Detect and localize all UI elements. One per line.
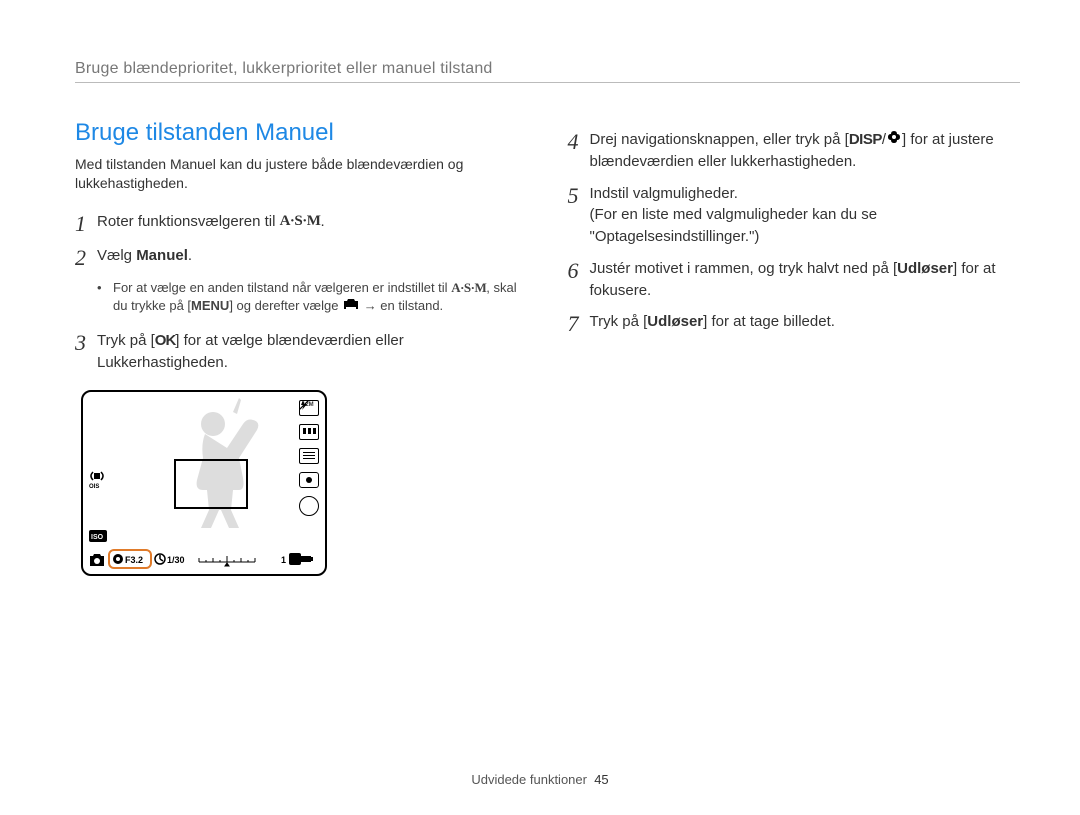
note-part: For at vælge en anden tilstand når vælge… (113, 280, 451, 295)
step-number: 5 (568, 183, 590, 207)
step-text: Tryk på [ (97, 332, 155, 349)
shutter-key: Udløser (647, 313, 703, 330)
step-3: 3 Tryk på [OK] for at vælge blændeværdie… (75, 330, 528, 374)
step-text: Vælg (97, 247, 136, 264)
step-text: (For en liste med valgmuligheder kan du … (590, 206, 878, 245)
header-rule (75, 82, 1020, 83)
macro-flower-icon (886, 129, 902, 151)
step-body: Vælg Manuel. (97, 245, 192, 267)
step-number: 7 (568, 311, 590, 335)
step-2-note: • For at vælge en anden tilstand når væl… (97, 279, 528, 316)
left-column: Bruge tilstanden Manuel Med tilstanden M… (75, 119, 528, 576)
ok-key-icon: OK (155, 332, 176, 349)
step-bold: Manuel (136, 247, 188, 264)
footer-page-number: 45 (594, 772, 608, 787)
step-text: Roter funktionsvælgeren til (97, 213, 280, 230)
step-text: Tryk på [ (590, 313, 648, 330)
step-6: 6 Justér motivet i rammen, og tryk halvt… (568, 258, 1021, 302)
note-text: For at vælge en anden tilstand når vælge… (113, 279, 528, 316)
mode-dial-asm-icon: A·S·M (451, 280, 486, 295)
step-text: Indstil valgmuligheder. (590, 185, 738, 202)
step-4: 4 Drej navigationsknappen, eller tryk på… (568, 129, 1021, 173)
camera-mode-icon (342, 297, 360, 316)
step-text: ] for at tage billedet. (703, 313, 835, 330)
note-part: ] og derefter vælge (229, 298, 342, 313)
step-body: Drej navigationsknappen, eller tryk på [… (590, 129, 1021, 173)
step-number: 1 (75, 211, 97, 235)
step-text: Justér motivet i rammen, og tryk halvt n… (590, 260, 898, 277)
running-head: Bruge blændeprioritet, lukkerprioritet e… (75, 60, 1020, 78)
svg-text:F3.2: F3.2 (125, 555, 143, 565)
flash-off-icon (299, 496, 319, 516)
step-text: . (320, 213, 324, 230)
svg-text:OIS: OIS (89, 484, 99, 490)
step-number: 6 (568, 258, 590, 282)
bullet-dot-icon: • (97, 279, 113, 316)
step-body: Roter funktionsvælgeren til A·S·M. (97, 211, 325, 233)
shutter-key: Udløser (897, 260, 953, 277)
footer-section: Udvidede funktioner (471, 772, 587, 787)
step-1: 1 Roter funktionsvælgeren til A·S·M. (75, 211, 528, 235)
menu-key-icon: MENU (191, 298, 229, 313)
step-text: Drej navigationsknappen, eller tryk på [ (590, 131, 849, 148)
drive-mode-icon (299, 448, 319, 464)
step-number: 3 (75, 330, 97, 354)
quality-icon (299, 424, 319, 440)
mode-dial-asm-icon: A·S·M (280, 211, 321, 233)
preview-illustration: OIS ISO (83, 392, 325, 574)
disp-key-icon: DISP (849, 131, 882, 148)
step-5: 5 Indstil valgmuligheder. (For en liste … (568, 183, 1021, 248)
svg-text:1/30: 1/30 (167, 555, 185, 565)
step-number: 4 (568, 129, 590, 153)
step-body: Indstil valgmuligheder. (For en liste me… (590, 183, 1021, 248)
two-column-layout: Bruge tilstanden Manuel Med tilstanden M… (75, 119, 1020, 576)
note-part: → en tilstand. (364, 298, 444, 313)
manual-page: Bruge blændeprioritet, lukkerprioritet e… (0, 0, 1080, 815)
preview-right-icons (299, 400, 319, 516)
step-body: Tryk på [Udløser] for at tage billedet. (590, 311, 835, 333)
step-7: 7 Tryk på [Udløser] for at tage billedet… (568, 311, 1021, 335)
svg-text:1: 1 (281, 555, 286, 565)
step-body: Tryk på [OK] for at vælge blændeværdien … (97, 330, 528, 374)
camera-lcd-preview: OIS ISO (81, 390, 327, 576)
section-intro: Med tilstanden Manuel kan du justere båd… (75, 155, 528, 193)
right-column: 4 Drej navigationsknappen, eller tryk på… (568, 119, 1021, 576)
svg-text:ISO: ISO (91, 534, 104, 541)
step-2: 2 Vælg Manuel. (75, 245, 528, 269)
section-title: Bruge tilstanden Manuel (75, 119, 528, 147)
step-number: 2 (75, 245, 97, 269)
metering-icon (299, 472, 319, 488)
step-body: Justér motivet i rammen, og tryk halvt n… (590, 258, 1021, 302)
page-footer: Udvidede funktioner 45 (0, 772, 1080, 787)
step-text: . (188, 247, 192, 264)
